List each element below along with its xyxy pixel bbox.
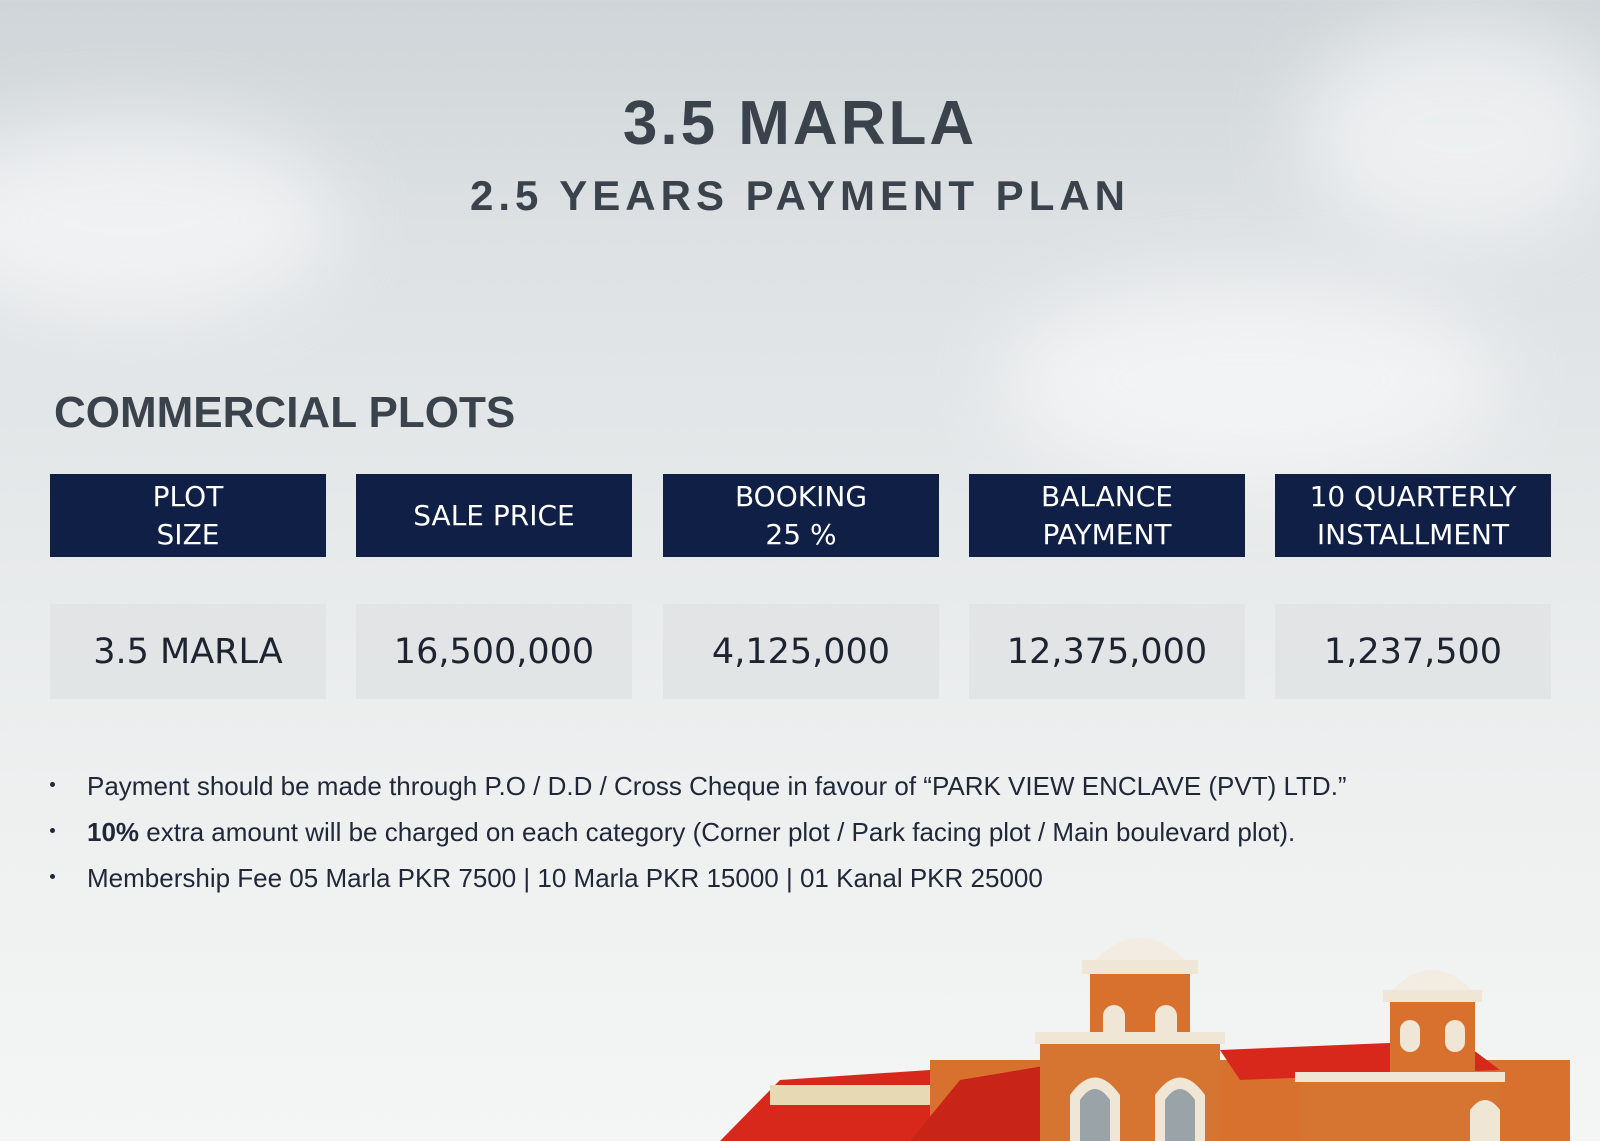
column-header-sale-price: SALE PRICE	[356, 474, 632, 557]
cell-balance-payment: 12,375,000	[969, 604, 1245, 699]
bullet-icon	[50, 828, 55, 833]
column-header-plot-size: PLOT SIZE	[50, 474, 326, 557]
note-text: Membership Fee 05 Marla PKR 7500 | 10 Ma…	[87, 863, 1043, 893]
column-header-booking: BOOKING 25 %	[663, 474, 939, 557]
note-text: Payment should be made through P.O / D.D…	[87, 771, 1347, 801]
page-subtitle: 2.5 YEARS PAYMENT PLAN	[469, 172, 1131, 219]
note-text: extra amount will be charged on each cat…	[139, 817, 1296, 847]
cell-plot-size: 3.5 MARLA	[50, 604, 326, 699]
building-illustration	[720, 937, 1570, 1141]
column-header-quarterly-installment: 10 QUARTERLY INSTALLMENT	[1275, 474, 1551, 557]
column-header-balance-payment: BALANCE PAYMENT	[969, 474, 1245, 557]
list-item: Payment should be made through P.O / D.D…	[50, 768, 1347, 814]
page-title: 3.5 MARLA	[622, 89, 978, 158]
notes-list: Payment should be made through P.O / D.D…	[50, 768, 1347, 906]
cell-booking: 4,125,000	[663, 604, 939, 699]
bullet-icon	[50, 782, 55, 787]
list-item: Membership Fee 05 Marla PKR 7500 | 10 Ma…	[50, 860, 1347, 906]
cloud-decoration	[1000, 280, 1500, 480]
bullet-icon	[50, 874, 55, 879]
cell-quarterly-installment: 1,237,500	[1275, 604, 1551, 699]
cell-sale-price: 16,500,000	[356, 604, 632, 699]
note-highlight: 10%	[87, 817, 140, 847]
section-heading: COMMERCIAL PLOTS	[54, 388, 516, 437]
list-item: 10% extra amount will be charged on each…	[50, 814, 1347, 860]
